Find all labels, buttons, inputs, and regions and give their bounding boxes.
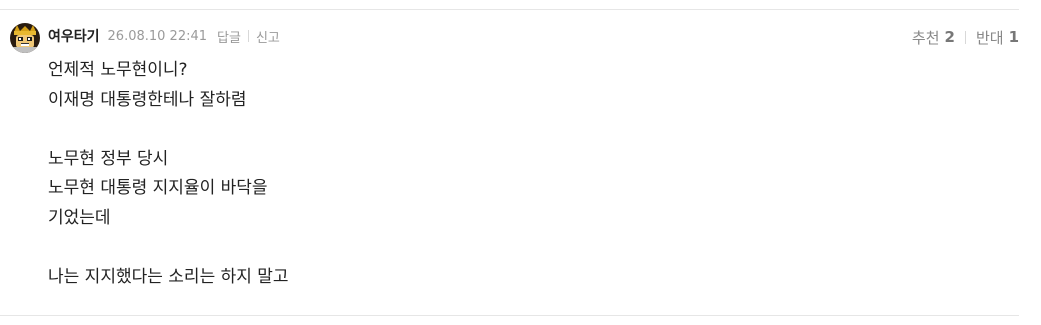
bottom-divider xyxy=(0,315,1019,316)
comment-line: 이재명 대통령한테나 잘하렴 xyxy=(48,89,247,110)
fox-avatar-icon xyxy=(10,23,40,53)
comment-line: 나는 지지했다는 소리는 하지 말고 xyxy=(48,266,289,287)
comment-line xyxy=(48,233,289,263)
comment-header: 여우타기 26.08.10 22:41 답글 신고 xyxy=(48,26,280,46)
downvote-button[interactable]: 반대 1 xyxy=(976,27,1019,48)
comment-line: 노무현 대통령 지지율이 바닥을 xyxy=(48,178,268,198)
report-link[interactable]: 신고 xyxy=(256,27,280,46)
downvote-count: 1 xyxy=(1008,28,1019,46)
comment-timestamp: 26.08.10 22:41 xyxy=(107,28,208,44)
comment-line: 언제적 노무현이니? xyxy=(48,60,188,80)
vote-controls: 추천 2 반대 1 xyxy=(912,26,1019,48)
top-divider xyxy=(0,9,1019,10)
reply-link[interactable]: 답글 xyxy=(217,27,241,46)
author-name[interactable]: 여우타기 xyxy=(48,26,100,46)
comment-line: 노무현 정부 당시 xyxy=(48,148,169,169)
upvote-count: 2 xyxy=(944,28,955,46)
user-avatar-icon[interactable] xyxy=(10,23,40,53)
vote-separator xyxy=(964,30,966,44)
downvote-label: 반대 xyxy=(975,28,1004,47)
comment-body: 언제적 노무현이니? 이재명 대통령한테나 잘하렴 노무현 정부 당시 노무현 … xyxy=(48,56,289,292)
comment-line xyxy=(48,115,289,145)
upvote-label: 추천 xyxy=(911,28,940,47)
meta-separator xyxy=(247,30,249,42)
comment-line: 기었는데 xyxy=(48,207,111,228)
upvote-button[interactable]: 추천 2 xyxy=(912,27,955,48)
comment-page: 여우타기 26.08.10 22:41 답글 신고 추천 2 반대 1 언제적 … xyxy=(0,0,1041,325)
